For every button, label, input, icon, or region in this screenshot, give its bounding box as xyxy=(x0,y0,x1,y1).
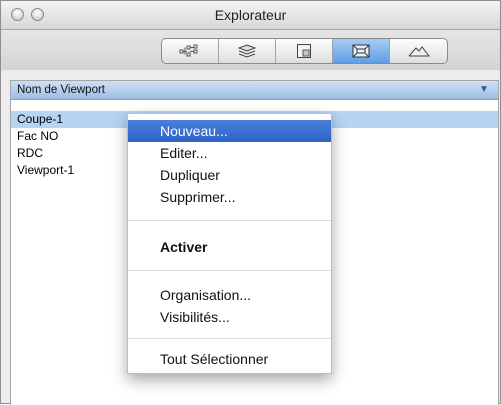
menu-item-visibilites[interactable]: Visibilités... xyxy=(128,306,331,328)
sheet-icon xyxy=(297,44,311,58)
window-title: Explorateur xyxy=(214,7,287,23)
viewport-icon xyxy=(352,44,370,58)
menu-separator xyxy=(128,220,331,221)
layers-icon xyxy=(237,44,257,58)
hierarchy-view-button[interactable] xyxy=(162,39,219,63)
sort-arrow-icon[interactable]: ▼ xyxy=(479,84,489,95)
menu-item-activer[interactable]: Activer xyxy=(128,236,331,258)
title-bar: Explorateur xyxy=(1,1,500,30)
terrain-view-button[interactable] xyxy=(390,39,447,63)
menu-item-supprimer[interactable]: Supprimer... xyxy=(128,186,331,208)
hierarchy-icon xyxy=(179,44,198,57)
menu-item-nouveau[interactable]: Nouveau... xyxy=(128,120,331,142)
menu-separator xyxy=(128,338,331,339)
viewport-view-button[interactable] xyxy=(333,39,390,63)
toolbar xyxy=(1,30,500,70)
view-mode-segmented-control xyxy=(161,38,448,64)
menu-item-organisation[interactable]: Organisation... xyxy=(128,284,331,306)
column-header[interactable]: Nom de Viewport ▼ xyxy=(11,81,498,100)
context-menu: Nouveau... Editer... Dupliquer Supprimer… xyxy=(127,113,332,374)
sheet-view-button[interactable] xyxy=(276,39,333,63)
layers-view-button[interactable] xyxy=(219,39,276,63)
menu-separator xyxy=(128,270,331,271)
menu-item-editer[interactable]: Editer... xyxy=(128,142,331,164)
menu-item-tout-selectionner[interactable]: Tout Sélectionner xyxy=(128,348,331,370)
column-header-label: Nom de Viewport xyxy=(17,84,105,96)
terrain-icon xyxy=(408,46,430,57)
menu-item-dupliquer[interactable]: Dupliquer xyxy=(128,164,331,186)
